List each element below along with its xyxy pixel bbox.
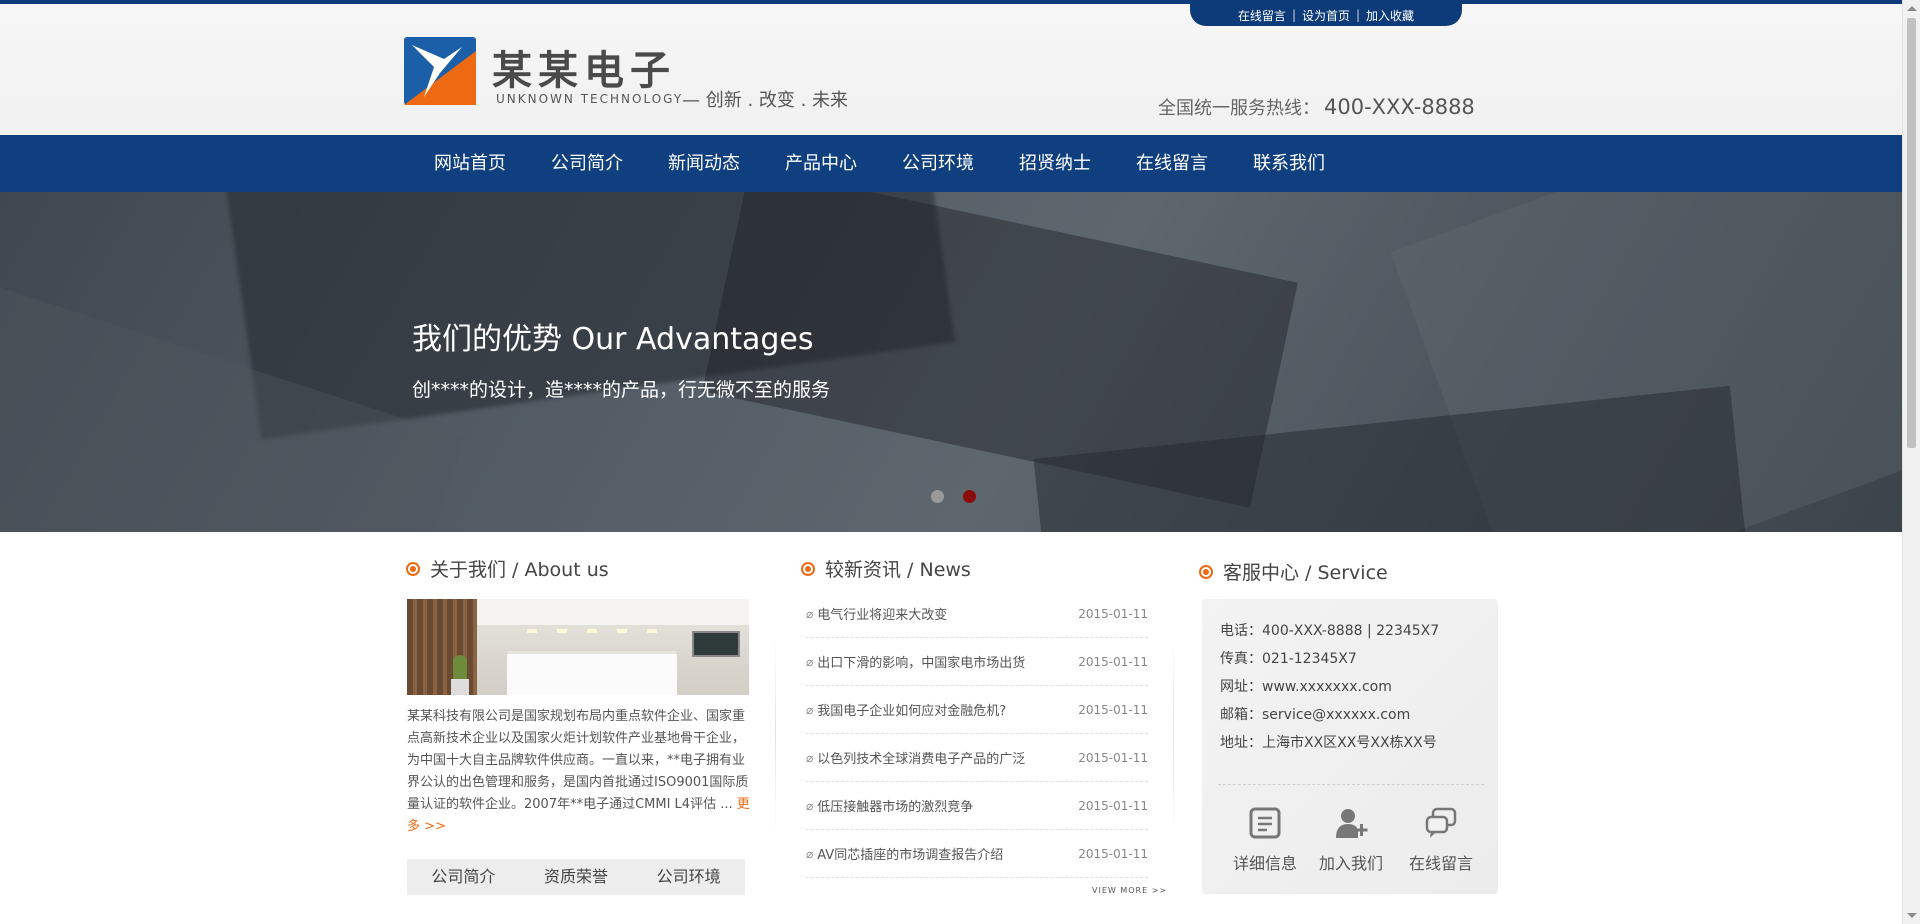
service-section-title: 客服中心 / Service (1199, 558, 1388, 585)
news-item-date: 2015-01-11 (1078, 702, 1148, 717)
banner-subtitle: 创****的设计，造****的产品，行无微不至的服务 (412, 379, 831, 401)
separator: | (1356, 8, 1361, 22)
about-tabs: 公司简介 资质荣誉 公司环境 (407, 859, 745, 895)
news-item-title: AV同芯插座的市场调查报告介绍 (817, 848, 1004, 863)
service-contact-info: 电话：400-XXX-8888 | 22345X7 传真：021-12345X7… (1220, 617, 1439, 757)
service-fax: 传真：021-12345X7 (1220, 651, 1357, 667)
page-scrollbar[interactable] (1902, 0, 1920, 924)
banner-title: 我们的优势 Our Advantages (412, 322, 814, 357)
scroll-down-arrow-icon[interactable] (1907, 913, 1917, 918)
about-description: 某某科技有限公司是国家规划布局内重点软件企业、国家重点高新技术企业以及国家火炬计… (407, 706, 751, 838)
about-text-body: 某某科技有限公司是国家规划布局内重点软件企业、国家重点高新技术企业以及国家火炬计… (407, 709, 749, 812)
brand-english: UNKNOWN TECHNOLOGY (496, 92, 684, 106)
details-button[interactable]: 详细信息 (1220, 806, 1310, 874)
news-item-date: 2015-01-11 (1078, 846, 1148, 861)
ceiling-lights (527, 629, 657, 633)
news-item[interactable]: ⌀ 低压接触器市场的激烈竞争 2015-01-11 (806, 782, 1148, 830)
nav-item-contact[interactable]: 联系我们 (1231, 135, 1347, 192)
news-item-title: 电气行业将迎来大改变 (817, 608, 948, 623)
nav-item-about[interactable]: 公司简介 (529, 135, 645, 192)
tab-company-profile[interactable]: 公司简介 (407, 859, 520, 895)
orange-bullet-icon (801, 561, 815, 576)
news-list: ⌀ 电气行业将迎来大改变 2015-01-11 ⌀ 出口下滑的影响，中国家电市场出货 2… (806, 590, 1148, 878)
service-website: 网址：www.xxxxxxx.com (1220, 679, 1392, 695)
online-message-button[interactable]: 在线留言 (1396, 806, 1486, 874)
orange-bullet-icon (406, 561, 420, 576)
main-navigation: 网站首页 公司简介 新闻动态 产品中心 公司环境 招贤纳士 在线留言 联系我们 (0, 135, 1902, 192)
news-section-title: 较新资讯 / News (801, 555, 971, 582)
wall-screen (692, 631, 740, 657)
join-us-button[interactable]: 加入我们 (1306, 806, 1396, 874)
news-item-date: 2015-01-11 (1078, 606, 1148, 621)
hotline-number: 400-XXX-8888 (1324, 95, 1475, 119)
about-title-text: 关于我们 / About us (430, 559, 609, 581)
nav-item-jobs[interactable]: 招贤纳士 (997, 135, 1113, 192)
news-item-title: 出口下滑的影响，中国家电市场出货 (817, 656, 1026, 671)
slide-dot-1[interactable] (931, 490, 944, 503)
link-add-favorite[interactable]: 加入收藏 (1366, 7, 1414, 24)
office-photo (407, 599, 749, 695)
slide-dot-2-active[interactable] (963, 490, 976, 503)
paperclip-icon: ⌀ (806, 702, 814, 717)
news-title-text: 较新资讯 / News (825, 559, 971, 581)
service-title-text: 客服中心 / Service (1223, 562, 1388, 584)
news-item[interactable]: ⌀ 电气行业将迎来大改变 2015-01-11 (806, 590, 1148, 638)
paperclip-icon: ⌀ (806, 654, 814, 669)
orange-bullet-icon (1199, 564, 1213, 579)
service-phone: 电话：400-XXX-8888 | 22345X7 (1220, 623, 1440, 639)
news-item-date: 2015-01-11 (1078, 654, 1148, 669)
add-user-icon (1336, 809, 1368, 838)
news-item[interactable]: ⌀ 出口下滑的影响，中国家电市场出货 2015-01-11 (806, 638, 1148, 686)
company-logo-icon[interactable] (404, 37, 476, 105)
nav-item-message[interactable]: 在线留言 (1114, 135, 1230, 192)
paperclip-icon: ⌀ (806, 798, 814, 813)
link-online-message[interactable]: 在线留言 (1238, 7, 1286, 24)
about-section-title: 关于我们 / About us (406, 555, 609, 582)
scroll-up-arrow-icon[interactable] (1907, 6, 1917, 11)
news-item-title: 我国电子企业如何应对金融危机? (817, 704, 1007, 719)
details-button-label: 详细信息 (1232, 854, 1297, 873)
column-divider (1173, 635, 1174, 835)
news-item-date: 2015-01-11 (1078, 750, 1148, 765)
nav-item-home[interactable]: 网站首页 (412, 135, 528, 192)
scrollbar-thumb[interactable] (1907, 18, 1916, 448)
news-item[interactable]: ⌀ AV同芯插座的市场调查报告介绍 2015-01-11 (806, 830, 1148, 878)
hero-banner[interactable]: 我们的优势 Our Advantages 创****的设计，造****的产品，行… (0, 192, 1902, 532)
news-item[interactable]: ⌀ 以色列技术全球消费电子产品的广泛 2015-01-11 (806, 734, 1148, 782)
chat-bubbles-icon (1425, 807, 1457, 838)
site-header: 在线留言 | 设为首页 | 加入收藏 某某电子 UNKNOWN TECHNOLO… (0, 4, 1902, 135)
brand-name: 某某电子 (492, 48, 676, 94)
paperclip-icon: ⌀ (806, 750, 814, 765)
ceiling (477, 599, 749, 625)
tab-qualifications[interactable]: 资质荣誉 (520, 859, 633, 895)
service-divider (1218, 784, 1484, 785)
link-set-homepage[interactable]: 设为首页 (1302, 7, 1350, 24)
document-icon (1249, 807, 1281, 839)
reception-desk (507, 651, 677, 695)
nav-item-products[interactable]: 产品中心 (763, 135, 879, 192)
join-us-button-label: 加入我们 (1318, 854, 1383, 873)
nav-item-environment[interactable]: 公司环境 (880, 135, 996, 192)
nav-item-news[interactable]: 新闻动态 (646, 135, 762, 192)
top-links-bar: 在线留言 | 设为首页 | 加入收藏 (1190, 4, 1462, 26)
separator: | (1291, 8, 1296, 22)
slogan: — 创新 . 改变 . 未来 (682, 90, 849, 111)
hotline-label: 全国统一服务热线： (1158, 98, 1320, 119)
plant-pot (451, 679, 469, 695)
service-hotline: 全国统一服务热线： 400-XXX-8888 (1158, 94, 1475, 120)
news-item-date: 2015-01-11 (1078, 798, 1148, 813)
paperclip-icon: ⌀ (806, 606, 814, 621)
column-divider (775, 635, 776, 835)
service-address: 地址：上海市XX区XX号XX栋XX号 (1220, 735, 1437, 751)
news-item[interactable]: ⌀ 我国电子企业如何应对金融危机? 2015-01-11 (806, 686, 1148, 734)
online-message-button-label: 在线留言 (1408, 854, 1473, 873)
news-item-title: 以色列技术全球消费电子产品的广泛 (817, 752, 1026, 767)
news-view-more-link[interactable]: VIEW MORE >> (1092, 886, 1167, 895)
news-item-title: 低压接触器市场的激烈竞争 (817, 800, 974, 815)
paperclip-icon: ⌀ (806, 846, 814, 861)
service-email: 邮箱：service@xxxxxx.com (1220, 707, 1411, 723)
tab-company-environment[interactable]: 公司环境 (632, 859, 745, 895)
